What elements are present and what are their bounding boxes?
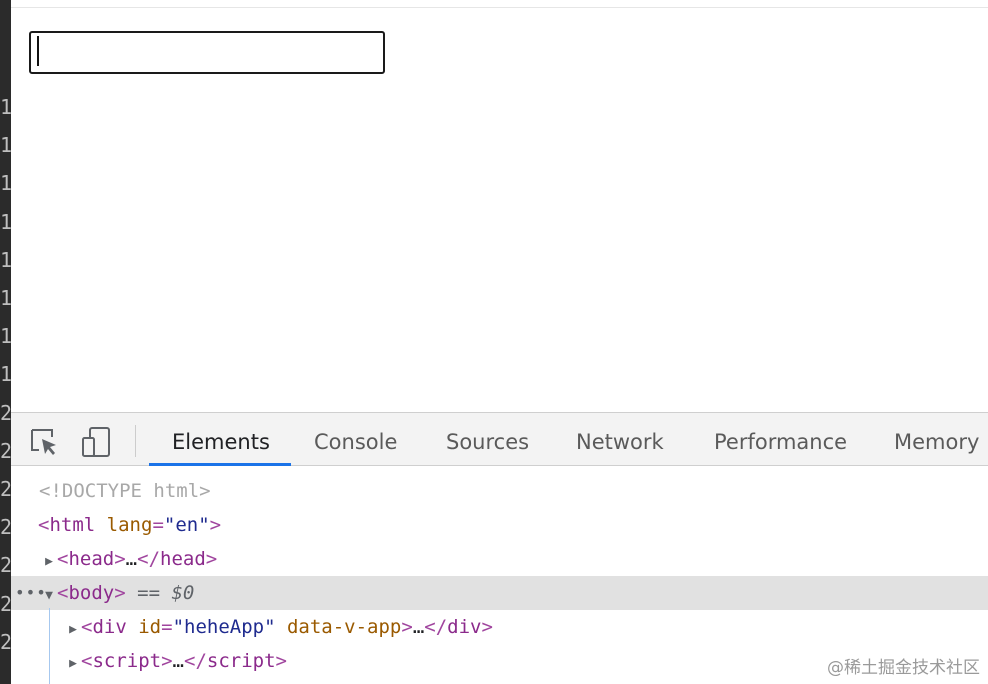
expand-triangle-icon[interactable]: ▶: [65, 647, 81, 681]
line-number: 1: [0, 250, 11, 270]
devtools-panel: Elements Console Sources Network Perform…: [11, 412, 988, 684]
text-cursor: [37, 36, 39, 66]
div-attr-id-value: "heheApp": [172, 616, 276, 638]
tab-elements[interactable]: Elements: [172, 413, 270, 466]
line-number: 1: [0, 288, 11, 308]
body-tag-name: body: [68, 582, 115, 604]
toolbar-separator: [135, 425, 136, 457]
watermark-text: @稀土掘金技术社区: [827, 658, 980, 678]
line-number: 2: [0, 479, 11, 499]
expand-triangle-icon[interactable]: ▶: [65, 613, 81, 647]
script-close-tag-name: script: [206, 650, 276, 672]
line-number: 2: [0, 403, 11, 423]
dom-node-doctype[interactable]: <!DOCTYPE html>: [11, 474, 988, 508]
line-number: 2: [0, 555, 11, 575]
tab-console[interactable]: Console: [314, 413, 397, 466]
selected-node-marker: == $0: [137, 582, 195, 604]
viewport-top-border: [11, 7, 988, 8]
script-tag-name: script: [92, 650, 162, 672]
dom-node-body[interactable]: ••• ▼ <body> == $0: [11, 576, 988, 610]
text-input[interactable]: [29, 31, 385, 74]
editor-line-gutter: 1 1 1 1 1 1 1 1 2 2 2 2 2 2 2: [0, 0, 11, 684]
tab-network[interactable]: Network: [576, 413, 664, 466]
collapsed-ellipsis: …: [125, 548, 138, 570]
row-actions-dots-icon[interactable]: •••: [15, 576, 47, 610]
line-number: 1: [0, 326, 11, 346]
collapsed-ellipsis: …: [412, 616, 425, 638]
elements-dom-tree: <!DOCTYPE html> <html lang="en"> ▶ <head>…: [11, 466, 988, 684]
dom-node-html[interactable]: <html lang="en">: [11, 508, 988, 542]
line-number: 2: [0, 517, 11, 537]
head-tag-name: head: [68, 548, 115, 570]
line-number: 1: [0, 97, 11, 117]
div-close-tag-name: div: [447, 616, 482, 638]
html-attr-lang-value: "en": [163, 514, 210, 536]
html-attr-lang: lang: [106, 514, 153, 536]
head-close-tag-name: head: [160, 548, 206, 570]
page-viewport: [11, 0, 988, 412]
line-number: 1: [0, 364, 11, 384]
device-toolbar-icon[interactable]: [81, 426, 113, 458]
screen: 1 1 1 1 1 1 1 1 2 2 2 2 2 2 2 Elements Console Sources…: [0, 0, 988, 684]
line-number: 1: [0, 135, 11, 155]
inspect-element-icon[interactable]: [28, 426, 60, 458]
doctype-text: <!DOCTYPE html>: [39, 480, 211, 502]
dom-node-div[interactable]: ▶ <div id="heheApp" data-v-app>…</div>: [11, 610, 988, 644]
div-attr-data-v-app: data-v-app: [286, 616, 402, 638]
expand-triangle-icon[interactable]: ▶: [41, 545, 57, 579]
line-number: 2: [0, 632, 11, 652]
line-number: 1: [0, 173, 11, 193]
tab-performance[interactable]: Performance: [714, 413, 847, 466]
line-number: 1: [0, 212, 11, 232]
div-attr-id: id: [138, 616, 162, 638]
tab-sources[interactable]: Sources: [446, 413, 529, 466]
html-tag-name: html: [49, 514, 96, 536]
div-tag-name: div: [92, 616, 127, 638]
collapsed-ellipsis: …: [172, 650, 184, 672]
dom-node-head[interactable]: ▶ <head>…</head>: [11, 542, 988, 576]
devtools-toolbar: Elements Console Sources Network Perform…: [11, 412, 988, 466]
tab-memory[interactable]: Memory: [894, 413, 979, 466]
line-number: 2: [0, 441, 11, 461]
line-number: 2: [0, 594, 11, 614]
